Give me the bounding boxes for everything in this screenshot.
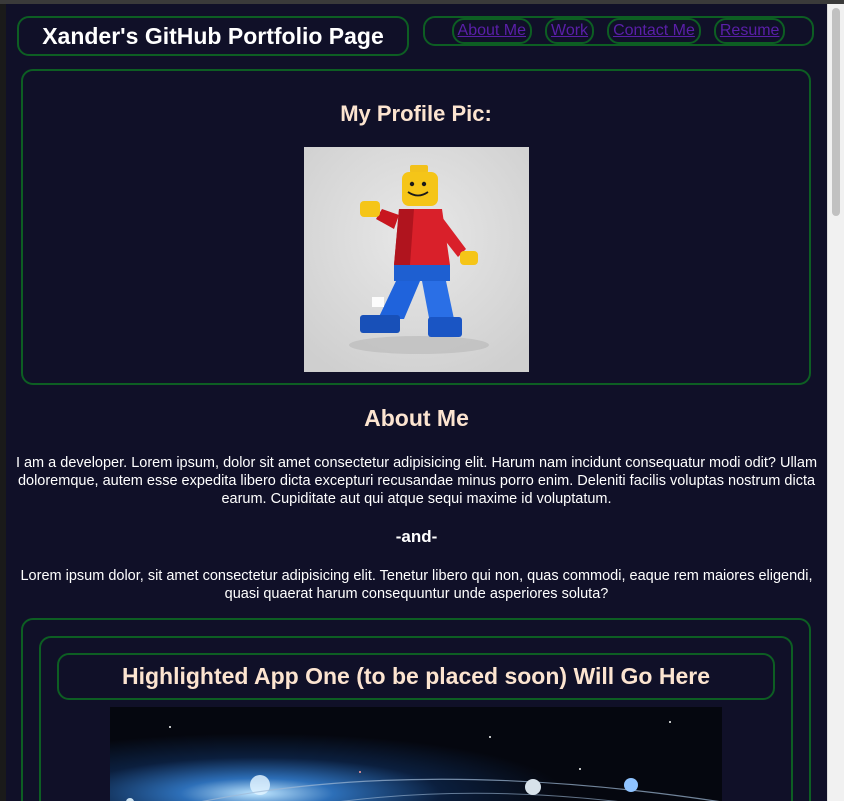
header-title-box: Xander's GitHub Portfolio Page (17, 16, 409, 56)
about-heading: About Me (364, 405, 469, 431)
site-title: Xander's GitHub Portfolio Page (42, 22, 384, 49)
nav-link-resume[interactable]: Resume (713, 18, 786, 44)
profile-picture (304, 147, 529, 372)
nav-link-contact-me[interactable]: Contact Me (607, 18, 701, 44)
highlight-heading: Highlighted App One (to be placed soon) … (121, 663, 710, 689)
about-separator: -and- (395, 527, 438, 546)
profile-heading: My Profile Pic: (340, 101, 492, 126)
vertical-scrollbar[interactable] (827, 4, 844, 801)
highlight-app-image (110, 707, 722, 801)
about-paragraph-2: Lorem ipsum dolor, sit amet consectetur … (20, 568, 813, 602)
nav-link-work[interactable]: Work (545, 18, 595, 44)
nav-link-about-me[interactable]: About Me (451, 18, 533, 44)
profile-section: My Profile Pic: (21, 69, 811, 385)
nav-bar: About Me Work Contact Me Resume (423, 16, 814, 46)
scrollbar-thumb[interactable] (832, 8, 840, 216)
about-paragraph-1: I am a developer. Lorem ipsum, dolor sit… (15, 455, 818, 507)
page-viewport: Xander's GitHub Portfolio Page About Me … (6, 4, 827, 801)
highlight-title-box: Highlighted App One (to be placed soon) … (57, 653, 775, 700)
